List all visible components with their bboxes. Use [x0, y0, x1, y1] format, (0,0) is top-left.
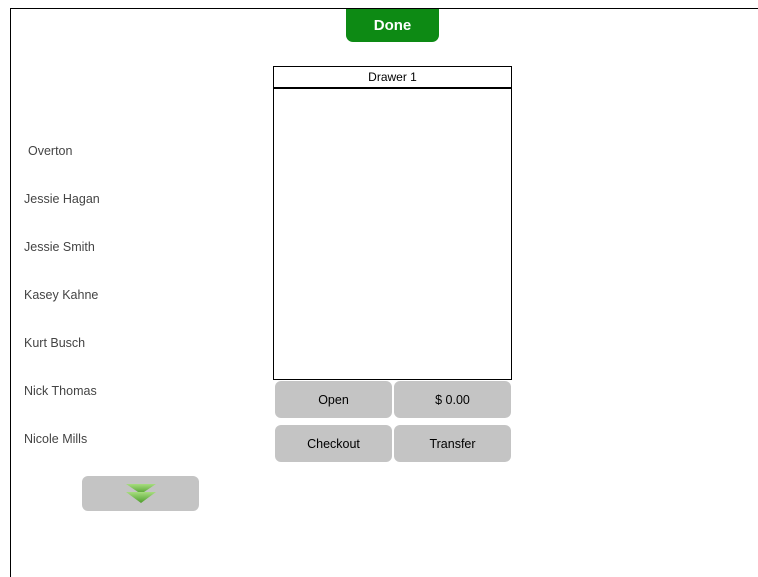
employee-item-overton[interactable]: Overton [28, 141, 228, 161]
employee-item-kurt-busch[interactable]: Kurt Busch [24, 333, 224, 353]
chevron-double-down-icon [125, 483, 156, 503]
frame-left-border [10, 8, 11, 577]
drawer-contents-list[interactable] [274, 89, 511, 379]
employee-item-nick-thomas[interactable]: Nick Thomas [24, 381, 224, 401]
employee-item-kasey-kahne[interactable]: Kasey Kahne [24, 285, 224, 305]
transfer-button[interactable]: Transfer [394, 425, 511, 462]
drawer-panel: Drawer 1 [273, 66, 512, 380]
drawer-title: Drawer 1 [274, 67, 511, 89]
drawer-amount-button[interactable]: $ 0.00 [394, 381, 511, 418]
checkout-button[interactable]: Checkout [275, 425, 392, 462]
employee-item-nicole-mills[interactable]: Nicole Mills [24, 429, 224, 449]
scroll-down-button[interactable] [82, 476, 199, 511]
employee-item-jessie-hagan[interactable]: Jessie Hagan [24, 189, 224, 209]
open-drawer-button[interactable]: Open [275, 381, 392, 418]
employee-item-jessie-smith[interactable]: Jessie Smith [24, 237, 224, 257]
done-button[interactable]: Done [346, 9, 439, 42]
